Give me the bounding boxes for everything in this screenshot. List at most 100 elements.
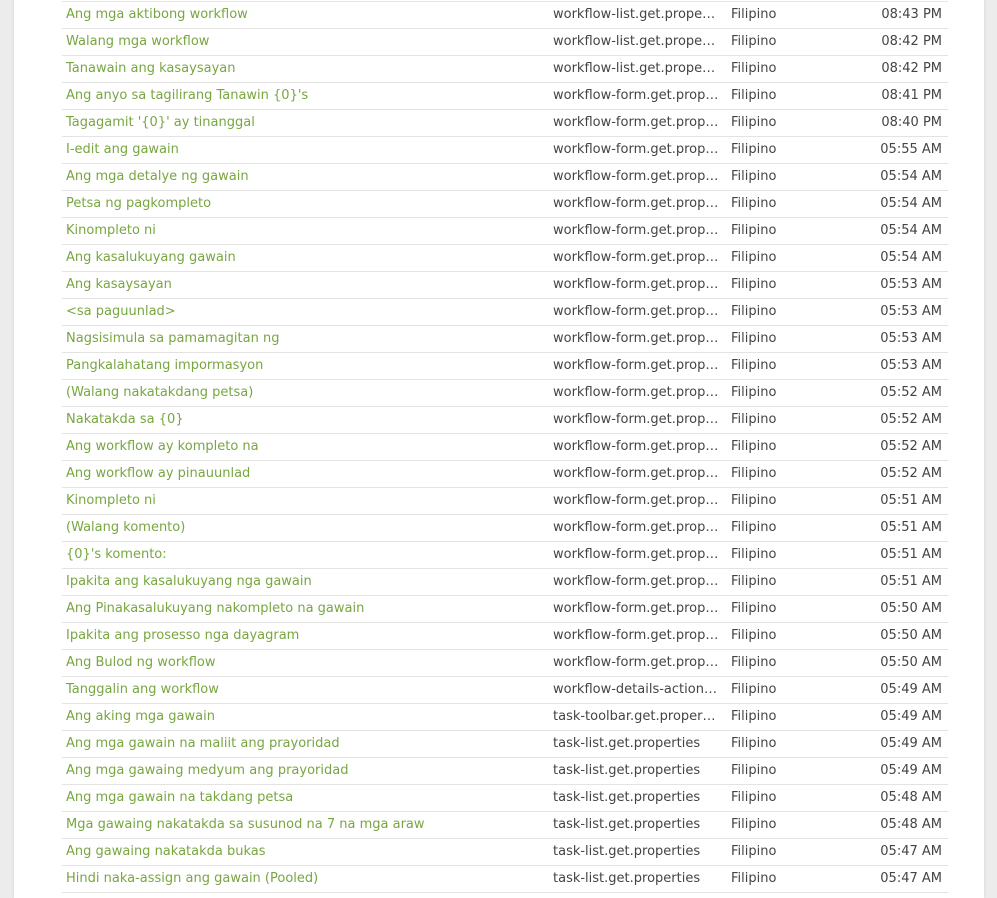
list-item: Kinompleto ni workflow-form.get.properti… [62,218,948,245]
string-label-link[interactable]: Ipakita ang prosesso nga dayagram [66,623,546,649]
list-item: Ipakita ang kasalukuyang nga gawain work… [62,569,948,596]
timestamp: 05:50 AM [880,655,942,670]
list-item: Ang aking mga gawain task-toolbar.get.pr… [62,704,948,731]
list-item: Kinompleto ni workflow-form.get.properti… [62,488,948,515]
file-name: workflow-form.get.properties [553,466,720,481]
list-item: (Walang nakatakdang petsa) workflow-form… [62,380,948,407]
string-label-link[interactable]: Ipakita ang kasalukuyang nga gawain [66,569,546,595]
file-name: workflow-form.get.properties [553,250,720,265]
list-item: Tagagamit '{0}' ay tinanggal workflow-fo… [62,110,948,137]
string-label-link[interactable]: Nakatakda sa {0} [66,407,546,433]
file-name: workflow-form.get.properties [553,223,720,238]
file-name: workflow-form.get.properties [553,547,720,562]
language: Filipino [731,115,777,130]
string-label-link[interactable]: Ang kasaysayan [66,272,546,298]
language: Filipino [731,439,777,454]
string-label-link[interactable]: Kinompleto ni [66,218,546,244]
file-name: workflow-form.get.properties [553,169,720,184]
language: Filipino [731,736,777,751]
file-name: workflow-form.get.properties [553,439,720,454]
list-item: Ang mga gawain na takdang petsa task-lis… [62,785,948,812]
string-label-link[interactable]: Ang Pinakasalukuyang nakompleto na gawai… [66,596,546,622]
list-item: Walang mga workflow workflow-list.get.pr… [62,29,948,56]
language: Filipino [731,385,777,400]
file-name: task-list.get.properties [553,736,701,751]
string-label-link[interactable]: Ang gawaing nakatakda bukas [66,839,546,865]
language: Filipino [731,682,777,697]
string-label-link[interactable]: Ang mga gawain na takdang petsa [66,785,546,811]
language: Filipino [731,466,777,481]
language: Filipino [731,88,777,103]
list-item: (Walang komento) workflow-form.get.prope… [62,515,948,542]
string-label-link[interactable]: Ang mga detalye ng gawain [66,164,546,190]
string-label-link[interactable]: Tanggalin ang workflow [66,677,546,703]
list-item: Ang workflow ay pinauunlad workflow-form… [62,461,948,488]
timestamp: 05:51 AM [880,574,942,589]
page-panel: Ang mga aktibong workflow workflow-list.… [14,0,984,898]
string-label-link[interactable]: Kinompleto ni [66,488,546,514]
file-name: task-list.get.properties [553,844,701,859]
list-item: Ang mga gawaing medyum ang prayoridad ta… [62,758,948,785]
language: Filipino [731,7,777,22]
file-name: workflow-list.get.properties [553,61,720,76]
list-item: Ang mga gawain na maliit ang prayoridad … [62,731,948,758]
timestamp: 05:52 AM [880,385,942,400]
string-label-link[interactable]: Ang kasalukuyang gawain [66,245,546,271]
string-label-link[interactable]: Ang Bulod ng workflow [66,650,546,676]
string-label-link[interactable]: {0}'s komento: [66,542,546,568]
string-label-link[interactable]: Ang aking mga gawain [66,704,546,730]
timestamp: 05:54 AM [880,223,942,238]
list-item: Petsa ng pagkompleto workflow-form.get.p… [62,191,948,218]
string-label-link[interactable]: Tanawain ang kasaysayan [66,56,546,82]
list-item: {0}'s komento: workflow-form.get.propert… [62,542,948,569]
timestamp: 05:49 AM [880,682,942,697]
language: Filipino [731,250,777,265]
timestamp: 05:50 AM [880,601,942,616]
string-label-link[interactable]: Ang mga gawaing medyum ang prayoridad [66,758,546,784]
string-label-link[interactable]: Nagsisimula sa pamamagitan ng [66,326,546,352]
language: Filipino [731,763,777,778]
timestamp: 05:47 AM [880,871,942,886]
string-label-link[interactable]: Ang workflow ay pinauunlad [66,461,546,487]
language: Filipino [731,277,777,292]
language: Filipino [731,574,777,589]
list-item: Nagsisimula sa pamamagitan ng workflow-f… [62,326,948,353]
language: Filipino [731,520,777,535]
string-label-link[interactable]: Ang anyo sa tagilirang Tanawin {0}'s [66,83,546,109]
string-label-link[interactable]: Ang workflow ay kompleto na [66,434,546,460]
file-name: workflow-form.get.properties [553,277,720,292]
string-label-link[interactable]: Hindi naka-assign ang gawain (Pooled) [66,866,546,892]
timestamp: 05:53 AM [880,304,942,319]
file-name: workflow-form.get.properties [553,628,720,643]
timestamp: 05:48 AM [880,790,942,805]
timestamp: 05:54 AM [880,196,942,211]
timestamp: 05:51 AM [880,547,942,562]
string-label-link[interactable]: <sa paguunlad> [66,299,546,325]
file-name: workflow-details-actions.get.properties [553,682,720,697]
list-item: Pangkalahatang impormasyon workflow-form… [62,353,948,380]
string-label-link[interactable]: I-edit ang gawain [66,137,546,163]
file-name: workflow-list.get.properties [553,34,720,49]
language: Filipino [731,331,777,346]
timestamp: 08:40 PM [881,115,942,130]
language: Filipino [731,196,777,211]
language: Filipino [731,547,777,562]
string-label-link[interactable]: Tagagamit '{0}' ay tinanggal [66,110,546,136]
string-label-link[interactable]: Pangkalahatang impormasyon [66,353,546,379]
timestamp: 05:47 AM [880,844,942,859]
language: Filipino [731,34,777,49]
language: Filipino [731,790,777,805]
string-label-link[interactable]: Walang mga workflow [66,29,546,55]
file-name: workflow-form.get.properties [553,655,720,670]
language: Filipino [731,142,777,157]
string-label-link[interactable]: Mga gawaing nakatakda sa susunod na 7 na… [66,812,546,838]
string-label-link[interactable]: Petsa ng pagkompleto [66,191,546,217]
timestamp: 05:54 AM [880,169,942,184]
list-item: Ang mga aktibong workflow workflow-list.… [62,2,948,29]
string-label-link[interactable]: (Walang nakatakdang petsa) [66,380,546,406]
string-label-link[interactable]: Ang mga gawain na maliit ang prayoridad [66,731,546,757]
string-label-link[interactable]: (Walang komento) [66,515,546,541]
list-item: Ang gawaing nakatakda bukas task-list.ge… [62,839,948,866]
string-label-link[interactable]: Ang mga aktibong workflow [66,2,546,28]
timestamp: 05:49 AM [880,763,942,778]
